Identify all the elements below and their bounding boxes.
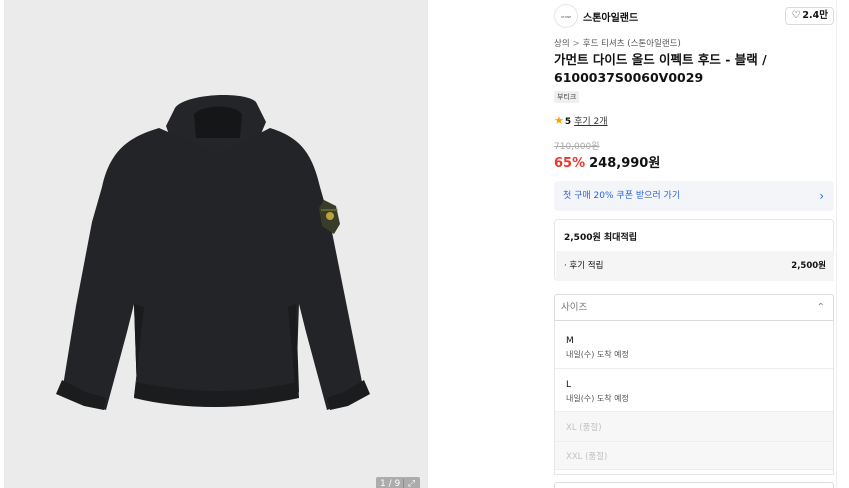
breadcrumb-level2[interactable]: 후드 티셔츠 (스톤아일랜드) [583,39,681,49]
size-select-placeholder: 사이즈 [561,302,588,313]
boutique-tag: 부티크 [554,91,580,103]
star-icon: ★ [554,114,564,127]
size-select[interactable]: 사이즈 ⌃ [554,294,834,321]
size-option-m[interactable]: M 내일(수) 도착 예정 [555,321,833,369]
size-option-name: L [566,380,572,390]
breadcrumb: 상의 > 후드 티셔츠 (스톤아일랜드) [554,37,681,49]
rating-score: 5 [564,117,572,127]
next-select-edge [554,482,834,488]
review-link[interactable]: 후기 2개 [574,117,607,127]
size-option-name: M [566,336,574,346]
coupon-label: 첫 구매 20% 쿠폰 받으러 가기 [563,191,681,201]
chevron-right-icon: › [819,189,824,203]
product-image-gallery[interactable]: 1 / 9 ⤢ [4,0,428,488]
size-option-name: XL (품절) [566,423,602,433]
original-price: 710,000원 [554,142,600,152]
breadcrumb-level1[interactable]: 상의 [554,39,570,49]
points-title: 2,500원 최대적립 [564,233,638,243]
brand-name[interactable]: 스톤아일랜드 [583,9,638,24]
like-button[interactable]: ♡ 2.4만 [785,7,834,25]
page-divider [836,0,837,488]
discount-rate: 65% [554,156,586,171]
points-box: 2,500원 최대적립 · 후기 적립 2,500원 [554,219,834,281]
size-option-eta: 내일(수) 도착 예정 [566,394,629,403]
product-image [56,95,370,410]
product-title: 가먼트 다이드 올드 이펙트 후드 - 블랙 / 6100037S0060V00… [554,52,767,85]
breadcrumb-separator: > [572,39,580,49]
size-option-xl[interactable]: XL (품절) [555,412,833,442]
sale-price: 248,990원 [589,156,661,171]
points-row: · 후기 적립 2,500원 [556,251,834,281]
like-count: 2.4만 [802,10,828,21]
expand-icon[interactable]: ⤢ [403,477,420,488]
size-option-list: M 내일(수) 도착 예정 L 내일(수) 도착 예정 XL (품절) XXL … [554,321,834,475]
size-option-xxl[interactable]: XXL (품절) [555,442,833,470]
brand-row: STONE ISLAND 스톤아일랜드 ♡2.4만 [554,4,834,28]
rating: ★5 후기 2개 [554,114,608,127]
points-row-label: · 후기 적립 [564,261,604,271]
coupon-banner[interactable]: 첫 구매 20% 쿠폰 받으러 가기 › [554,181,834,211]
points-row-value: 2,500원 [791,261,826,271]
size-option-eta: 내일(수) 도착 예정 [566,350,629,359]
size-option-name: XXL (품절) [566,452,608,462]
size-option-l[interactable]: L 내일(수) 도착 예정 [555,369,833,412]
image-counter: 1 / 9 [376,477,405,488]
chevron-up-icon: ⌃ [816,302,825,313]
price-row: 65% 248,990원 [554,152,660,171]
brand-logo[interactable]: STONE ISLAND [554,4,578,28]
heart-icon: ♡ [791,10,801,21]
